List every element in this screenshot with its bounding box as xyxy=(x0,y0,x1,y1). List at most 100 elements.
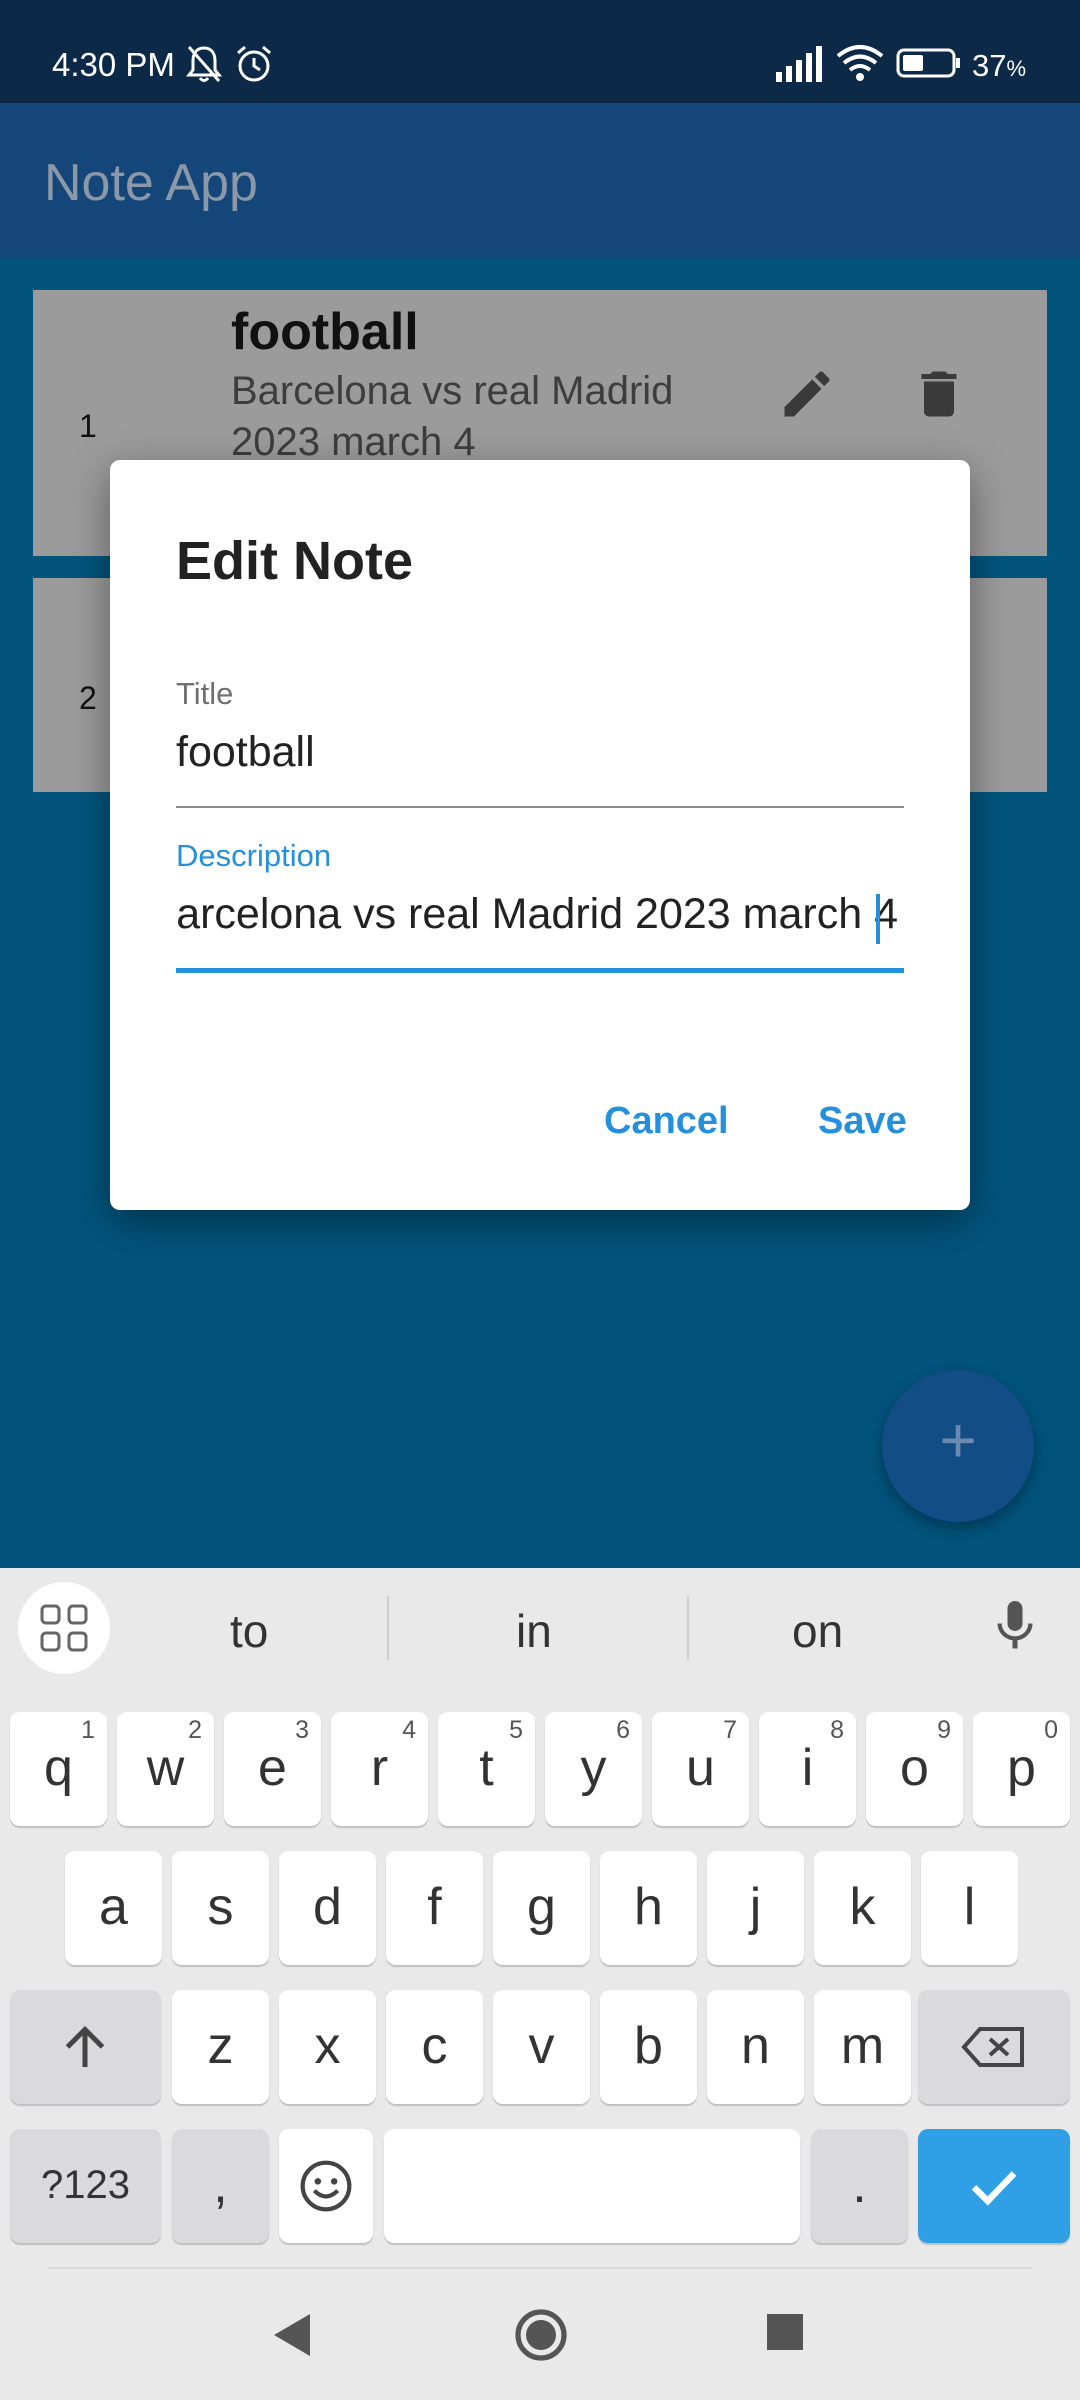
app-title: Note App xyxy=(44,154,258,212)
edit-icon[interactable] xyxy=(777,364,837,424)
suggestion-2[interactable]: in xyxy=(516,1604,552,1658)
key-label: m xyxy=(840,2017,885,2075)
battery-icon xyxy=(896,48,960,78)
home-icon[interactable] xyxy=(514,2308,568,2362)
key-label: h xyxy=(634,1878,663,1936)
key-r[interactable]: r4 xyxy=(331,1712,428,1826)
suggestion-3[interactable]: on xyxy=(792,1604,843,1658)
description-field-viewport: arcelona vs real Madrid 2023 march 4 xyxy=(176,890,904,950)
note-title: football xyxy=(231,303,419,361)
key-label: b xyxy=(634,2017,663,2075)
key-number: 3 xyxy=(295,1716,309,1744)
key-f[interactable]: f xyxy=(386,1851,483,1965)
description-field-underline xyxy=(176,968,904,973)
checkmark-icon xyxy=(971,2171,1017,2206)
key-label: t xyxy=(479,1739,494,1797)
suggestion-divider xyxy=(687,1596,689,1660)
key-a[interactable]: a xyxy=(65,1851,162,1965)
key-l[interactable]: l xyxy=(921,1851,1018,1965)
note-description: Barcelona vs real Madrid 2023 march 4 xyxy=(231,369,674,464)
wifi-icon xyxy=(836,45,884,81)
period-key[interactable]: . xyxy=(811,2129,908,2243)
title-field-value[interactable]: football xyxy=(176,728,315,777)
cancel-button[interactable]: Cancel xyxy=(604,1100,729,1143)
note-index: 1 xyxy=(79,408,97,444)
comma-key[interactable]: , xyxy=(172,2129,269,2243)
key-j[interactable]: j xyxy=(707,1851,804,1965)
edit-note-dialog: Edit Note Title football Description arc… xyxy=(110,460,970,1210)
key-s[interactable]: s xyxy=(172,1851,269,1965)
key-v[interactable]: v xyxy=(493,1990,590,2104)
suggestion-1[interactable]: to xyxy=(230,1604,268,1658)
key-label: ?123 xyxy=(41,2163,130,2207)
key-label: a xyxy=(99,1878,128,1936)
key-label: g xyxy=(527,1878,556,1936)
key-label: s xyxy=(207,1878,234,1936)
key-p[interactable]: p0 xyxy=(973,1712,1070,1826)
key-number: 5 xyxy=(509,1716,523,1744)
key-q[interactable]: q1 xyxy=(10,1712,107,1826)
bell-off-icon xyxy=(186,46,222,82)
shift-arrow-icon xyxy=(65,2025,105,2067)
status-bar: 4:30 PM 37% xyxy=(0,0,1080,103)
key-g[interactable]: g xyxy=(493,1851,590,1965)
key-label: y xyxy=(580,1739,607,1797)
status-time: 4:30 PM xyxy=(52,46,175,83)
key-i[interactable]: i8 xyxy=(759,1712,856,1826)
key-u[interactable]: u7 xyxy=(652,1712,749,1826)
shift-key[interactable] xyxy=(10,1990,161,2104)
keyboard-divider xyxy=(48,2267,1032,2269)
key-n[interactable]: n xyxy=(707,1990,804,2104)
key-label: n xyxy=(741,2017,770,2075)
key-label: . xyxy=(852,2156,867,2214)
key-label: e xyxy=(258,1739,287,1797)
add-note-button[interactable]: + xyxy=(882,1370,1034,1522)
emoji-key[interactable] xyxy=(279,2129,373,2243)
signal-icon xyxy=(776,46,822,82)
key-label: x xyxy=(314,2017,341,2075)
key-b[interactable]: b xyxy=(600,1990,697,2104)
backspace-icon xyxy=(961,2027,1024,2067)
space-bar[interactable] xyxy=(384,2129,800,2243)
key-h[interactable]: h xyxy=(600,1851,697,1965)
key-t[interactable]: t5 xyxy=(438,1712,535,1826)
key-number: 4 xyxy=(402,1716,416,1744)
plus-icon: + xyxy=(939,1404,977,1476)
key-w[interactable]: w2 xyxy=(117,1712,214,1826)
microphone-icon[interactable] xyxy=(985,1596,1045,1656)
key-k[interactable]: k xyxy=(814,1851,911,1965)
key-y[interactable]: y6 xyxy=(545,1712,642,1826)
key-label: z xyxy=(207,2017,234,2075)
key-d[interactable]: d xyxy=(279,1851,376,1965)
key-label: l xyxy=(963,1878,976,1936)
title-field-underline xyxy=(176,806,904,808)
key-m[interactable]: m xyxy=(814,1990,911,2104)
backspace-key[interactable] xyxy=(918,1990,1070,2104)
save-button[interactable]: Save xyxy=(818,1100,907,1143)
back-icon[interactable] xyxy=(270,2310,314,2360)
apps-grid-button[interactable] xyxy=(18,1582,110,1674)
key-e[interactable]: e3 xyxy=(224,1712,321,1826)
key-number: 7 xyxy=(723,1716,737,1744)
key-x[interactable]: x xyxy=(279,1990,376,2104)
title-field[interactable]: Title football xyxy=(176,676,904,808)
recents-icon[interactable] xyxy=(767,2314,803,2350)
title-field-label: Title xyxy=(176,676,234,711)
key-o[interactable]: o9 xyxy=(866,1712,963,1826)
done-key[interactable] xyxy=(918,2129,1070,2243)
description-field-value[interactable]: arcelona vs real Madrid 2023 march 4 xyxy=(176,890,898,939)
grid-icon xyxy=(40,1604,88,1652)
battery-percentage: 37% xyxy=(972,48,1026,84)
delete-icon[interactable] xyxy=(909,364,969,424)
description-field[interactable]: Description arcelona vs real Madrid 2023… xyxy=(176,838,904,974)
key-c[interactable]: c xyxy=(386,1990,483,2104)
key-number: 9 xyxy=(937,1716,951,1744)
suggestion-divider xyxy=(387,1596,389,1660)
battery-value: 37 xyxy=(971,48,1007,83)
key-z[interactable]: z xyxy=(172,1990,269,2104)
navigation-bar xyxy=(0,2270,1080,2400)
key-number: 2 xyxy=(188,1716,202,1744)
note-index: 2 xyxy=(79,680,97,716)
key-label: k xyxy=(849,1878,876,1936)
symbols-key[interactable]: ?123 xyxy=(10,2129,161,2243)
